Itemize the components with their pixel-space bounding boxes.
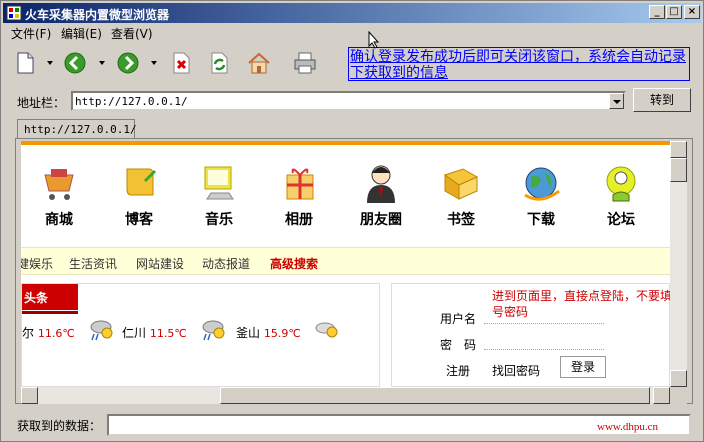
login-box: 进到页面里，直接点登陆，不要填账号密码 用户名 密 码 注册 找回密码 登录	[391, 283, 670, 387]
horizontal-scrollbar[interactable]	[21, 387, 670, 404]
forward-dropdown-icon[interactable]	[151, 61, 157, 65]
menu-file[interactable]: 文件(F)	[11, 25, 51, 42]
nav-item-shop[interactable]: 商城	[29, 161, 89, 229]
scrollbar-corner	[670, 387, 687, 404]
minimize-button[interactable]: _	[649, 5, 665, 19]
weather-temp: 11.5℃	[149, 327, 187, 340]
forward-icon[interactable]	[116, 51, 140, 75]
weather-city: 釜山	[236, 326, 261, 340]
shopping-cart-icon	[44, 169, 74, 200]
scroll-left-button[interactable]	[21, 387, 38, 404]
stop-icon[interactable]	[169, 51, 193, 75]
watermark: www.dhpu.cn	[597, 421, 658, 433]
nav-item-bookmarks[interactable]: 书签	[431, 161, 491, 229]
sub-navigation: 健娱乐 生活资讯 网站建设 动态报道 高级搜索	[21, 247, 670, 275]
globe-icon	[524, 167, 560, 201]
weather-item: 釜山 15.9℃	[236, 324, 301, 341]
news-box: 头条 尔 11.6℃ 仁川 11.5℃ 釜山 15.9℃	[21, 283, 380, 387]
address-combo[interactable]	[71, 91, 626, 111]
vertical-scroll-thumb[interactable]	[670, 158, 687, 182]
window-title: 火车采集器内置微型浏览器	[25, 8, 170, 22]
nav-label: 书签	[447, 212, 475, 228]
subnav-item[interactable]: 生活资讯	[69, 255, 117, 272]
scroll-down-button[interactable]	[670, 370, 687, 387]
recover-password-link[interactable]: 找回密码	[492, 362, 540, 379]
nav-item-blog[interactable]: 博客	[109, 161, 169, 229]
new-page-icon[interactable]	[13, 51, 37, 75]
tab-page[interactable]: http://127.0.0.1/	[17, 119, 137, 139]
go-button[interactable]: 转到	[633, 88, 691, 112]
weather-temp: 15.9℃	[263, 327, 301, 340]
scroll-right-button[interactable]	[653, 387, 670, 404]
back-icon[interactable]	[63, 51, 87, 75]
nav-label: 音乐	[205, 212, 233, 228]
nav-label: 相册	[285, 212, 313, 228]
nav-item-forum[interactable]: 论坛	[591, 161, 651, 229]
address-input[interactable]	[75, 94, 605, 108]
gift-icon	[286, 168, 314, 200]
subnav-item[interactable]: 网站建设	[136, 255, 184, 272]
scroll-icon	[126, 168, 157, 196]
mouse-cursor-icon	[368, 31, 380, 49]
weather-item: 尔 11.6℃	[22, 324, 75, 341]
title-bar: 火车采集器内置微型浏览器 _ □ ×	[3, 3, 701, 23]
nav-label: 论坛	[607, 212, 635, 228]
header-stripe	[21, 141, 670, 145]
subnav-item[interactable]: 动态报道	[202, 255, 250, 272]
password-input[interactable]	[484, 336, 604, 350]
person-icon	[367, 165, 395, 203]
data-label: 获取到的数据：	[17, 419, 102, 433]
nav-label: 商城	[45, 212, 73, 228]
nav-item-friends[interactable]: 朋友圈	[351, 161, 411, 229]
weather-city: 仁川	[122, 326, 147, 340]
weather-item: 仁川 11.5℃	[122, 324, 187, 341]
home-icon[interactable]	[247, 51, 271, 75]
vertical-scrollbar[interactable]	[670, 141, 687, 387]
rain-cloud-icon	[90, 320, 113, 341]
menu-view[interactable]: 查看(V)	[111, 25, 153, 42]
refresh-icon[interactable]	[207, 51, 231, 75]
subnav-item-advanced-search[interactable]: 高级搜索	[270, 255, 318, 272]
username-label: 用户名	[440, 312, 477, 326]
toolbar: 确认登录发布成功后即可关闭该窗口，系统会自动记录下获取到的信息	[3, 43, 701, 87]
cloud-icon	[315, 322, 338, 338]
headline-tab[interactable]: 头条	[22, 284, 78, 314]
browser-view: 商城 博客 音乐 相册 朋友圈 书签 下载 论坛 健娱乐 生活资讯 网站建设 动…	[21, 141, 670, 387]
back-dropdown-icon[interactable]	[99, 61, 105, 65]
app-window: 火车采集器内置微型浏览器 _ □ × 文件(F) 编辑(E) 查看(V) 确认登…	[0, 0, 704, 442]
rain-cloud-icon	[202, 320, 225, 341]
username-input[interactable]	[484, 310, 604, 324]
nav-label: 下载	[527, 212, 555, 228]
address-label: 地址栏：	[17, 96, 66, 110]
register-link[interactable]: 注册	[446, 362, 470, 379]
login-button[interactable]: 登录	[560, 356, 606, 378]
notice-link[interactable]: 确认登录发布成功后即可关闭该窗口，系统会自动记录下获取到的信息	[350, 49, 690, 81]
book-icon	[443, 168, 479, 200]
address-dropdown-button[interactable]	[609, 93, 624, 109]
app-icon	[6, 5, 22, 21]
menu-bar: 文件(F) 编辑(E) 查看(V)	[3, 23, 701, 41]
nav-label: 朋友圈	[360, 212, 402, 228]
nav-label: 博客	[125, 212, 153, 228]
new-dropdown-icon[interactable]	[47, 61, 53, 65]
nav-item-download[interactable]: 下载	[511, 161, 571, 229]
menu-edit[interactable]: 编辑(E)	[61, 25, 102, 42]
chat-icon	[606, 166, 636, 202]
horizontal-scroll-thumb[interactable]	[220, 387, 650, 404]
close-button[interactable]: ×	[684, 5, 700, 19]
password-label: 密 码	[440, 338, 477, 352]
weather-city: 尔	[22, 326, 35, 340]
monitor-icon	[204, 166, 234, 200]
nav-item-music[interactable]: 音乐	[189, 161, 249, 229]
nav-item-album[interactable]: 相册	[269, 161, 329, 229]
maximize-button[interactable]: □	[666, 5, 682, 19]
print-icon[interactable]	[293, 51, 317, 75]
weather-temp: 11.6℃	[37, 327, 75, 340]
scroll-up-button[interactable]	[670, 141, 687, 158]
subnav-item[interactable]: 健娱乐	[21, 255, 53, 272]
